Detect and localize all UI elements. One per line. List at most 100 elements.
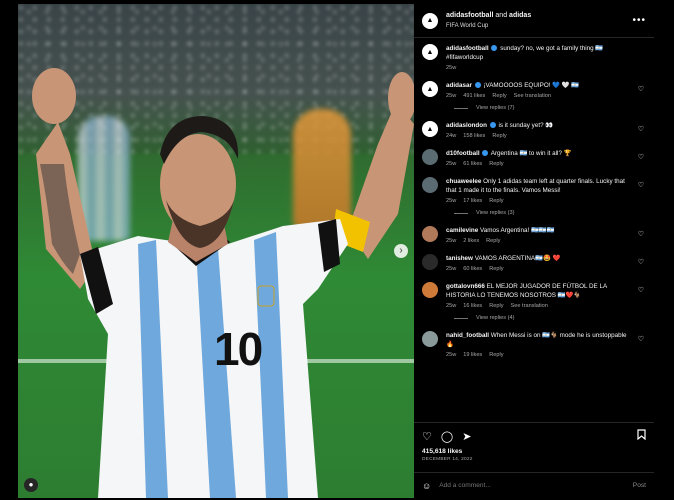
reply-button[interactable]: Reply: [492, 133, 506, 139]
share-icon[interactable]: ➤: [462, 430, 471, 443]
comment-time[interactable]: 25w: [446, 303, 456, 309]
messi-figure: [32, 68, 414, 498]
see-translation-link[interactable]: See translation: [511, 303, 548, 309]
comment-username[interactable]: gottalovn666: [446, 283, 485, 290]
post-image[interactable]: 10 › ●: [18, 4, 414, 498]
next-arrow-icon[interactable]: ›: [394, 244, 408, 258]
comment-likes[interactable]: 158 likes: [463, 133, 485, 139]
reply-button[interactable]: Reply: [492, 93, 506, 99]
comment-likes[interactable]: 2 likes: [463, 238, 479, 244]
user-avatar[interactable]: ▲: [422, 121, 438, 137]
reply-button[interactable]: Reply: [489, 198, 503, 204]
user-avatar[interactable]: [422, 149, 438, 165]
comment-time[interactable]: 25w: [446, 198, 456, 204]
comment-text: Argentina 🇦🇷 to win it all? 🏆: [490, 150, 572, 157]
reply-button[interactable]: Reply: [489, 161, 503, 167]
see-translation-link[interactable]: See translation: [514, 93, 551, 99]
comments-list[interactable]: ▲ adidasfootball sunday? no, we got a fa…: [414, 38, 654, 422]
and-text: and: [495, 11, 508, 19]
comment-heart-icon[interactable]: ♡: [638, 335, 644, 343]
user-avatar[interactable]: ▲: [422, 81, 438, 97]
reply-button[interactable]: Reply: [489, 352, 503, 358]
post-actions: ♡ ◯ ➤ 415,618 likes DECEMBER 14, 2022: [414, 422, 654, 466]
reply-button[interactable]: Reply: [489, 266, 503, 272]
adidas-avatar[interactable]: ▲: [422, 44, 438, 60]
comment-item: d10football Argentina 🇦🇷 to win it all? …: [422, 149, 646, 167]
post-header: ▲ adidasfootball and adidas FIFA World C…: [414, 4, 654, 38]
comment-time[interactable]: 24w: [446, 133, 456, 139]
caption: ▲ adidasfootball sunday? no, we got a fa…: [422, 44, 646, 71]
comment-heart-icon[interactable]: ♡: [638, 181, 644, 189]
collaborator-username[interactable]: adidas: [509, 12, 531, 19]
comment-likes[interactable]: 60 likes: [463, 266, 482, 272]
comment-item: nahid_football When Messi is on 🇦🇷🐐 mode…: [422, 331, 646, 358]
comment-text: ¡VAMOOOOS EQUIPO! 💙 🤍 🇦🇷: [483, 82, 580, 89]
view-replies-label: View replies (4): [476, 315, 515, 321]
author-username[interactable]: adidasfootball: [446, 12, 493, 19]
comment-likes[interactable]: 491 likes: [463, 93, 485, 99]
post-location[interactable]: FIFA World Cup: [446, 21, 632, 31]
comment-heart-icon[interactable]: ♡: [638, 125, 644, 133]
comment-heart-icon[interactable]: ♡: [638, 153, 644, 161]
comment-username[interactable]: nahid_football: [446, 332, 489, 339]
likes-count[interactable]: 415,618 likes: [422, 448, 646, 455]
comment-time[interactable]: 25w: [446, 93, 456, 99]
comment-time[interactable]: 25w: [446, 161, 456, 167]
view-replies-button[interactable]: View replies (4): [454, 315, 646, 321]
user-avatar[interactable]: [422, 254, 438, 270]
comment-time[interactable]: 25w: [446, 238, 456, 244]
view-replies-button[interactable]: View replies (3): [454, 210, 646, 216]
comment-item: ▲ adidaslondon is it sunday yet? 👀 24w 15…: [422, 121, 646, 139]
user-avatar[interactable]: [422, 226, 438, 242]
comment-username[interactable]: adidasar: [446, 82, 472, 89]
comment-heart-icon[interactable]: ♡: [638, 85, 644, 93]
reply-button[interactable]: Reply: [489, 303, 503, 309]
heart-icon[interactable]: ♡: [422, 430, 432, 443]
adidas-avatar[interactable]: ▲: [422, 12, 438, 29]
comment-username[interactable]: tanishew: [446, 255, 473, 262]
jersey-number: 10: [214, 323, 263, 375]
comment-icon[interactable]: ◯: [441, 430, 453, 443]
tagged-user-icon[interactable]: ●: [24, 478, 38, 492]
comment-username[interactable]: adidaslondon: [446, 122, 487, 129]
view-replies-label: View replies (7): [476, 105, 515, 111]
verified-badge-icon: [489, 122, 496, 129]
view-replies-label: View replies (3): [476, 210, 515, 216]
comment-item: camilevine Vamos Argentina! 🇦🇷🇦🇷🇦🇷 25w 2 …: [422, 226, 646, 244]
bookmark-icon[interactable]: [637, 429, 646, 443]
user-avatar[interactable]: [422, 177, 438, 193]
post-button[interactable]: Post: [633, 482, 646, 489]
comment-heart-icon[interactable]: ♡: [638, 230, 644, 238]
comment-time[interactable]: 25w: [446, 266, 456, 272]
comment-likes[interactable]: 17 likes: [463, 198, 482, 204]
comment-item: tanishew VAMOS ARGENTINA🇦🇷🤩 ❤️ 25w 60 lik…: [422, 254, 646, 272]
verified-badge-icon: [482, 150, 489, 157]
comment-likes[interactable]: 19 likes: [463, 352, 482, 358]
verified-badge-icon: [474, 82, 481, 89]
verified-badge-icon: [491, 45, 498, 52]
comment-item: ▲ adidasar ¡VAMOOOOS EQUIPO! 💙 🤍 🇦🇷 25w 4…: [422, 81, 646, 99]
comment-time[interactable]: 25w: [446, 352, 456, 358]
comment-likes[interactable]: 61 likes: [463, 161, 482, 167]
add-comment-input[interactable]: [439, 482, 633, 489]
caption-username[interactable]: adidasfootball: [446, 45, 489, 52]
reply-button[interactable]: Reply: [486, 238, 500, 244]
comment-likes[interactable]: 16 likes: [463, 303, 482, 309]
comment-text: Vamos Argentina! 🇦🇷🇦🇷🇦🇷: [479, 227, 555, 234]
view-replies-button[interactable]: View replies (7): [454, 105, 646, 111]
comment-item: gottalovn666 EL MEJOR JUGADOR DE FÚTBOL …: [422, 282, 646, 309]
post-date: DECEMBER 14, 2022: [422, 457, 473, 462]
comment-username[interactable]: d10football: [446, 150, 480, 157]
more-horizontal-icon[interactable]: •••: [632, 15, 646, 26]
post-sidebar: ▲ adidasfootball and adidas FIFA World C…: [414, 4, 654, 498]
comment-heart-icon[interactable]: ♡: [638, 258, 644, 266]
user-avatar[interactable]: [422, 331, 438, 347]
comment-heart-icon[interactable]: ♡: [638, 286, 644, 294]
comment-text: VAMOS ARGENTINA🇦🇷🤩 ❤️: [474, 255, 561, 262]
emoji-icon[interactable]: ☺: [422, 481, 431, 491]
user-avatar[interactable]: [422, 282, 438, 298]
comment-username[interactable]: chuaweelee: [446, 178, 481, 185]
comment-username[interactable]: camilevine: [446, 227, 478, 234]
comment-composer: ☺ Post: [414, 472, 654, 498]
caption-time[interactable]: 25w: [446, 65, 456, 71]
